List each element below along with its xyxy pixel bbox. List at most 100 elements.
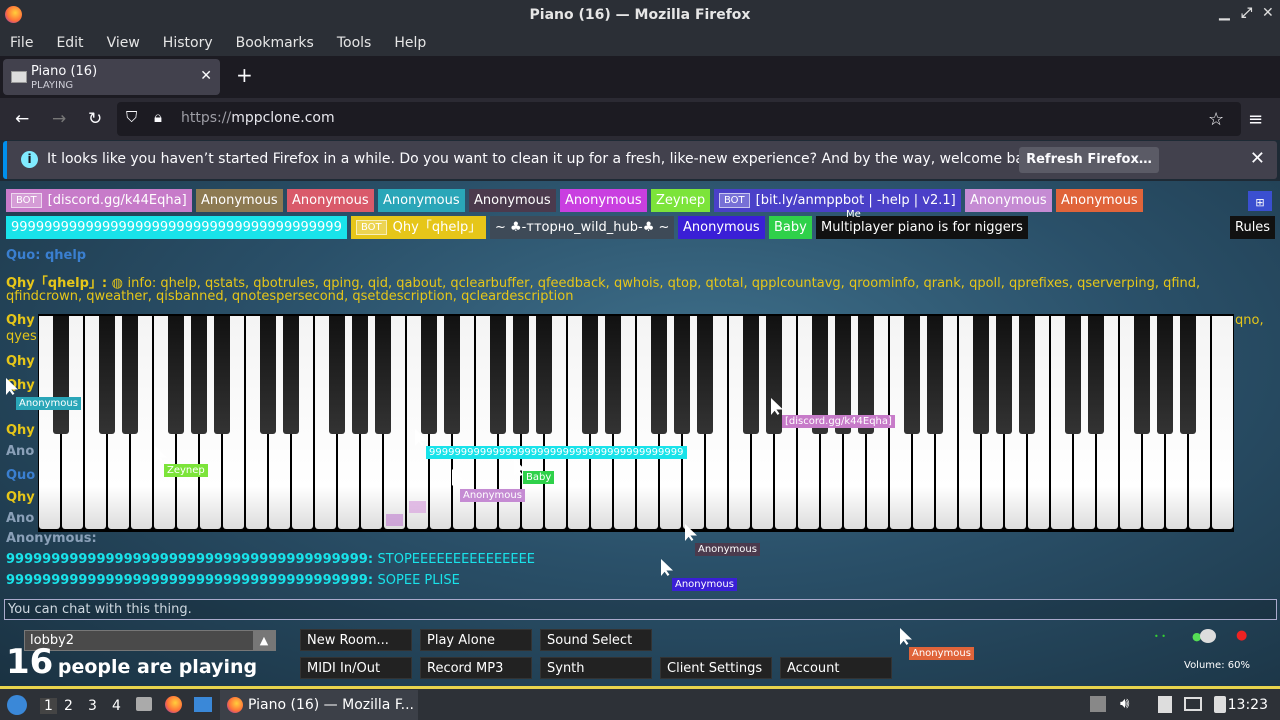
tray-up-icon[interactable]	[1090, 696, 1106, 712]
url-bar[interactable]: ⛉ 🔒︎ https://mppclone.com	[117, 102, 1241, 136]
file-manager-icon[interactable]	[136, 697, 152, 711]
user-name-tag[interactable]: Anonymous	[196, 189, 283, 212]
record-mp3-button[interactable]: Record MP3	[420, 657, 532, 679]
black-key[interactable]	[214, 316, 230, 434]
user-name-tag[interactable]: Anonymous	[678, 216, 765, 239]
user-name-tag[interactable]: Anonymous	[1056, 189, 1143, 212]
menu-view[interactable]: View	[107, 35, 140, 51]
user-name-tag[interactable]: Baby	[769, 216, 812, 239]
maximize-icon[interactable]: ⤢	[1241, 5, 1252, 21]
user-name-tag[interactable]: Anonymous	[965, 189, 1052, 212]
new-room-button[interactable]: New Room...	[300, 629, 412, 651]
chat-input[interactable]: You can chat with this thing.	[4, 599, 1277, 620]
start-menu-icon[interactable]	[7, 695, 27, 715]
sound-select-button[interactable]: Sound Select	[540, 629, 652, 651]
black-key[interactable]	[1065, 316, 1081, 434]
black-key[interactable]	[766, 316, 782, 434]
volume-knob-icon[interactable]	[1200, 629, 1216, 643]
shield-icon[interactable]: ⛉	[126, 108, 137, 126]
close-notification-icon[interactable]: ✕	[1250, 148, 1265, 169]
clipboard-icon[interactable]	[1158, 696, 1172, 713]
black-key[interactable]	[996, 316, 1012, 434]
play-alone-button[interactable]: Play Alone	[420, 629, 532, 651]
bookmark-star-icon[interactable]: ☆	[1208, 109, 1224, 130]
menu-history[interactable]: History	[163, 35, 213, 51]
user-name-tag[interactable]: Anonymous	[560, 189, 647, 212]
piano-keyboard[interactable]	[38, 314, 1234, 532]
black-key[interactable]	[1134, 316, 1150, 434]
new-tab-icon[interactable]: +	[236, 63, 253, 87]
synth-button[interactable]: Synth	[540, 657, 652, 679]
black-key[interactable]	[513, 316, 529, 434]
black-key[interactable]	[1180, 316, 1196, 434]
menu-bookmarks[interactable]: Bookmarks	[236, 35, 314, 51]
forward-icon[interactable]: →	[52, 109, 66, 129]
synth-toggle-icon[interactable]: ⊞	[1248, 191, 1272, 211]
black-key[interactable]	[927, 316, 943, 434]
black-key[interactable]	[444, 316, 460, 434]
tab-piano[interactable]: Piano (16) PLAYING ✕	[3, 59, 220, 95]
black-key[interactable]	[651, 316, 667, 434]
black-key[interactable]	[122, 316, 138, 434]
user-name-tag[interactable]: BOT Qhy「qhelp」	[351, 216, 487, 239]
url-text[interactable]: https://mppclone.com	[181, 110, 335, 126]
white-key[interactable]	[1212, 316, 1233, 529]
user-name-tag[interactable]: BOT [discord.gg/k44Eqha]	[6, 189, 192, 212]
user-name-tag[interactable]: Zeynep	[651, 189, 711, 212]
workspace-4[interactable]: 4	[112, 698, 121, 714]
black-key[interactable]	[697, 316, 713, 434]
workspace-3[interactable]: 3	[88, 698, 97, 714]
black-key[interactable]	[674, 316, 690, 434]
workspace-2[interactable]: 2	[64, 698, 73, 714]
hamburger-menu-icon[interactable]: ≡	[1248, 109, 1263, 130]
taskbar-window-firefox[interactable]: Piano (16) — Mozilla F...	[220, 690, 418, 720]
black-key[interactable]	[421, 316, 437, 434]
black-key[interactable]	[1019, 316, 1035, 434]
black-key[interactable]	[1088, 316, 1104, 434]
minimize-icon[interactable]: ▁	[1219, 5, 1230, 21]
black-key[interactable]	[191, 316, 207, 434]
close-tab-icon[interactable]: ✕	[200, 68, 212, 84]
black-key[interactable]	[329, 316, 345, 434]
black-key[interactable]	[283, 316, 299, 434]
rules-button[interactable]: Rules	[1230, 216, 1276, 239]
black-key[interactable]	[904, 316, 920, 434]
user-name-tag[interactable]: Anonymous	[378, 189, 465, 212]
black-key[interactable]	[490, 316, 506, 434]
user-name-tag[interactable]: 9999999999999999999999999999999999999999	[6, 216, 347, 239]
close-window-icon[interactable]: ✕	[1262, 5, 1274, 21]
account-button[interactable]: Account	[780, 657, 892, 679]
back-icon[interactable]: ←	[15, 109, 29, 129]
user-name-tag[interactable]: Anonymous	[287, 189, 374, 212]
black-key[interactable]	[973, 316, 989, 434]
menu-edit[interactable]: Edit	[56, 35, 83, 51]
user-name-tag[interactable]: BOT [bit.ly/anmppbot | -help | v2.1]	[714, 189, 961, 212]
refresh-firefox-button[interactable]: Refresh Firefox…	[1019, 147, 1159, 173]
volume-tray-icon[interactable]: 🔊︎	[1120, 694, 1129, 712]
client-settings-button[interactable]: Client Settings	[660, 657, 772, 679]
firefox-launcher-icon[interactable]	[165, 696, 182, 713]
menu-help[interactable]: Help	[394, 35, 426, 51]
battery-icon[interactable]	[1214, 696, 1226, 713]
black-key[interactable]	[605, 316, 621, 434]
black-key[interactable]	[168, 316, 184, 434]
user-name-tag[interactable]: ~ ♣-ттоpно_wild_hub-♣ ~	[490, 216, 675, 239]
black-key[interactable]	[536, 316, 552, 434]
black-key[interactable]	[260, 316, 276, 434]
terminal-icon[interactable]	[194, 697, 212, 712]
black-key[interactable]	[743, 316, 759, 434]
menu-file[interactable]: File	[10, 35, 33, 51]
black-key[interactable]	[53, 316, 69, 434]
black-key[interactable]	[352, 316, 368, 434]
midi-button[interactable]: MIDI In/Out	[300, 657, 412, 679]
lock-icon[interactable]: 🔒︎	[154, 108, 162, 126]
black-key[interactable]	[582, 316, 598, 434]
reload-icon[interactable]: ↻	[88, 109, 102, 129]
display-icon[interactable]	[1184, 697, 1202, 711]
menu-tools[interactable]: Tools	[337, 35, 372, 51]
black-key[interactable]	[1157, 316, 1173, 434]
black-key[interactable]	[375, 316, 391, 434]
workspace-1[interactable]: 1	[40, 698, 57, 714]
user-name-tag[interactable]: Anonymous	[469, 189, 556, 212]
black-key[interactable]	[99, 316, 115, 434]
